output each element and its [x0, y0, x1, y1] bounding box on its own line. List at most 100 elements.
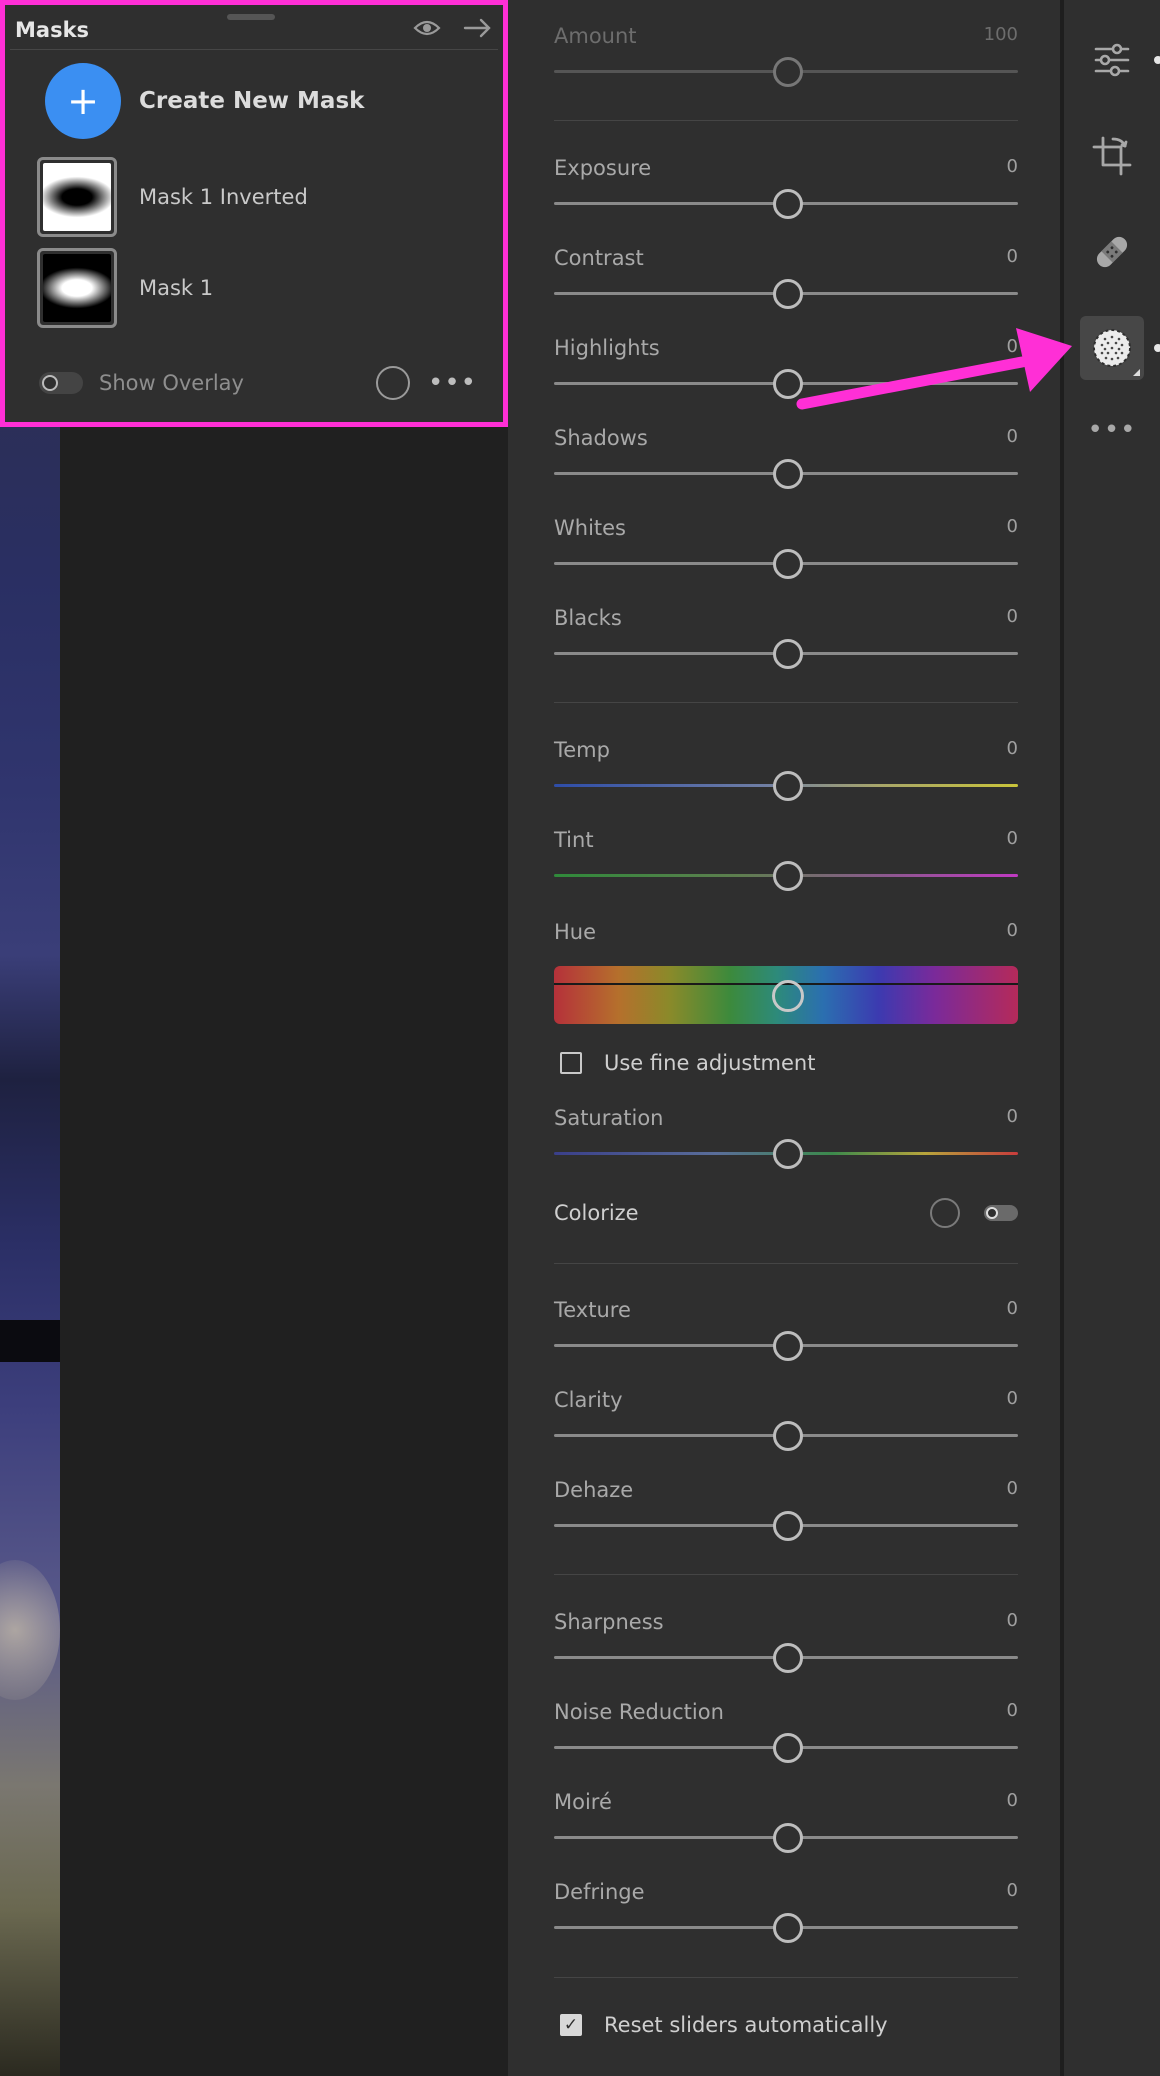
more-icon[interactable]: ••• — [1080, 398, 1144, 462]
slider-value[interactable]: 0 — [1007, 1478, 1018, 1499]
slider-value[interactable]: 0 — [1007, 606, 1018, 627]
slider-label: Whites — [554, 516, 627, 540]
divider — [10, 49, 498, 50]
healing-bandage-icon[interactable] — [1080, 220, 1144, 284]
dehaze-slider-row: Dehaze 0 — [554, 1478, 1018, 1558]
mask-thumbnail — [37, 157, 117, 237]
eye-icon[interactable] — [413, 18, 441, 42]
slider-knob[interactable] — [773, 1823, 803, 1853]
blacks-slider-row: Blacks 0 — [554, 606, 1018, 686]
mask-list-item[interactable]: Mask 1 Inverted — [37, 157, 308, 237]
arrow-right-icon[interactable] — [463, 18, 493, 42]
edit-sliders-icon[interactable] — [1080, 28, 1144, 92]
slider-knob[interactable] — [773, 279, 803, 309]
slider-label: Saturation — [554, 1106, 664, 1130]
slider-value[interactable]: 0 — [1007, 1880, 1018, 1901]
reset-sliders-label: Reset sliders automatically — [604, 2013, 888, 2037]
slider-knob[interactable] — [773, 1331, 803, 1361]
contrast-slider-row: Contrast 0 — [554, 246, 1018, 326]
slider-value[interactable]: 0 — [1007, 156, 1018, 177]
hue-header-row: Hue 0 — [554, 920, 1018, 960]
show-overlay-row: Show Overlay ••• — [39, 365, 477, 401]
highlights-slider-row: Highlights 0 — [554, 336, 1018, 416]
slider-value[interactable]: 0 — [1007, 1790, 1018, 1811]
slider-knob[interactable] — [773, 1511, 803, 1541]
fine-adjustment-checkbox-row[interactable]: Use fine adjustment — [560, 1051, 815, 1075]
photo-highlight — [0, 1560, 60, 1700]
shadows-slider-row: Shadows 0 — [554, 426, 1018, 506]
slider-knob[interactable] — [773, 1913, 803, 1943]
slider-value[interactable]: 100 — [984, 24, 1018, 45]
slider-knob[interactable] — [773, 549, 803, 579]
colorize-label: Colorize — [554, 1201, 639, 1225]
slider-knob[interactable] — [773, 459, 803, 489]
slider-label: Dehaze — [554, 1478, 634, 1502]
submenu-indicator — [1133, 369, 1140, 376]
adjustments-panel: Amount 100 Exposure 0 Contrast 0 Highlig… — [508, 0, 1060, 2076]
create-new-mask-button[interactable]: + Create New Mask — [45, 63, 364, 139]
slider-label: Defringe — [554, 1880, 645, 1904]
clarity-slider-row: Clarity 0 — [554, 1388, 1018, 1468]
hue-slider[interactable] — [554, 966, 1018, 1024]
slider-knob[interactable] — [773, 639, 803, 669]
sharpness-slider-row: Sharpness 0 — [554, 1610, 1018, 1690]
slider-label: Blacks — [554, 606, 622, 630]
slider-label: Amount — [554, 24, 637, 48]
slider-value[interactable]: 0 — [1007, 246, 1018, 267]
reset-sliders-checkbox-row[interactable]: ✓ Reset sliders automatically — [560, 2013, 888, 2037]
show-overlay-toggle[interactable] — [39, 372, 83, 394]
mask-name: Mask 1 — [139, 276, 214, 300]
slider-value[interactable]: 0 — [1007, 1700, 1018, 1721]
divider — [554, 120, 1018, 121]
mask-list-item[interactable]: Mask 1 — [37, 248, 213, 328]
masking-icon[interactable] — [1080, 316, 1144, 380]
more-options-icon[interactable]: ••• — [428, 370, 477, 396]
slider-value[interactable]: 0 — [1007, 1298, 1018, 1319]
slider-knob[interactable] — [773, 771, 803, 801]
colorize-toggle[interactable] — [984, 1205, 1018, 1221]
whites-slider-row: Whites 0 — [554, 516, 1018, 596]
indicator-dot — [1154, 56, 1160, 64]
slider-label: Contrast — [554, 246, 644, 270]
slider-knob[interactable] — [773, 1733, 803, 1763]
photo-dark-band — [0, 1320, 60, 1362]
slider-knob[interactable] — [773, 861, 803, 891]
slider-label: Hue — [554, 920, 597, 944]
slider-knob[interactable] — [773, 1139, 803, 1169]
slider-value[interactable]: 0 — [1007, 516, 1018, 537]
slider-knob[interactable] — [772, 980, 804, 1012]
divider — [554, 702, 1018, 703]
slider-label: Sharpness — [554, 1610, 664, 1634]
slider-knob[interactable] — [773, 369, 803, 399]
slider-knob[interactable] — [773, 57, 803, 87]
exposure-slider-row: Exposure 0 — [554, 156, 1018, 236]
texture-slider-row: Texture 0 — [554, 1298, 1018, 1378]
slider-knob[interactable] — [773, 1421, 803, 1451]
slider-value[interactable]: 0 — [1007, 336, 1018, 357]
slider-knob[interactable] — [773, 189, 803, 219]
slider-value[interactable]: 0 — [1007, 738, 1018, 759]
slider-label: Exposure — [554, 156, 652, 180]
reset-sliders-checkbox[interactable]: ✓ — [560, 2014, 582, 2036]
indicator-dot — [1154, 344, 1160, 352]
slider-knob[interactable] — [773, 1643, 803, 1673]
saturation-slider-row: Saturation 0 — [554, 1106, 1018, 1186]
colorize-row: Colorize — [554, 1196, 1018, 1230]
slider-value[interactable]: 0 — [1007, 920, 1018, 941]
create-new-mask-label: Create New Mask — [139, 88, 365, 114]
fine-adjustment-checkbox[interactable] — [560, 1052, 582, 1074]
crop-rotate-icon[interactable] — [1080, 124, 1144, 188]
colorize-swatch[interactable] — [930, 1198, 960, 1228]
slider-value[interactable]: 0 — [1007, 1610, 1018, 1631]
defringe-slider-row: Defringe 0 — [554, 1880, 1018, 1960]
temp-slider-row: Temp 0 — [554, 738, 1018, 818]
slider-label: Temp — [554, 738, 610, 762]
divider — [554, 1263, 1018, 1264]
slider-value[interactable]: 0 — [1007, 828, 1018, 849]
slider-label: Moiré — [554, 1790, 612, 1814]
slider-value[interactable]: 0 — [1007, 1106, 1018, 1127]
slider-value[interactable]: 0 — [1007, 426, 1018, 447]
slider-value[interactable]: 0 — [1007, 1388, 1018, 1409]
overlay-color-button[interactable] — [375, 366, 410, 400]
slider-label: Tint — [554, 828, 594, 852]
